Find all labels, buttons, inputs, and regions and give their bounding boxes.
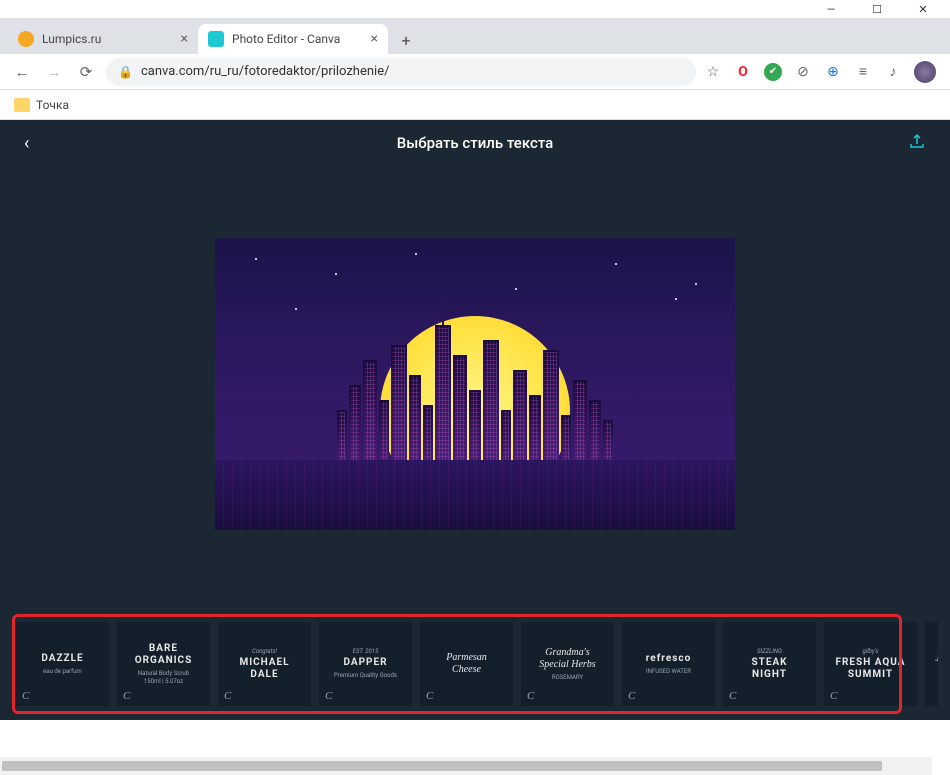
template-subtitle: Natural Body Scrub150ml | 5.07oz bbox=[138, 670, 189, 684]
canva-badge-icon: C bbox=[830, 690, 837, 702]
window-minimize[interactable]: — bbox=[808, 0, 854, 18]
text-style-template[interactable]: Congrats! MICHAELDALE C bbox=[218, 622, 311, 706]
canva-badge-icon: C bbox=[628, 690, 635, 702]
close-tab-icon[interactable]: × bbox=[371, 31, 378, 47]
page-title: Выбрать стиль текста bbox=[48, 134, 902, 152]
window-maximize[interactable]: ☐ bbox=[854, 0, 900, 18]
template-pretitle: gilby's bbox=[863, 648, 879, 655]
canva-editor: ‹ Выбрать стиль текста bbox=[0, 120, 950, 720]
check-icon[interactable]: ✔ bbox=[764, 63, 782, 81]
text-style-template[interactable]: gilby's FRESH AQUASUMMIT C bbox=[824, 622, 917, 706]
avatar[interactable] bbox=[914, 61, 936, 83]
tab-title: Lumpics.ru bbox=[42, 32, 173, 46]
canva-badge-icon: C bbox=[527, 690, 534, 702]
nav-forward-button[interactable]: → bbox=[42, 60, 66, 84]
template-pretitle: Congrats! bbox=[252, 648, 277, 655]
canva-badge-icon: C bbox=[325, 690, 332, 702]
canva-badge-icon: C bbox=[426, 690, 433, 702]
template-title: Ja bbox=[935, 653, 938, 665]
image-canvas[interactable] bbox=[215, 238, 735, 530]
bookmark-item[interactable]: Точка bbox=[36, 98, 69, 112]
share-icon bbox=[908, 132, 926, 150]
template-subtitle: Premium Quality Goods bbox=[334, 672, 397, 679]
favicon-icon bbox=[208, 31, 224, 47]
text-style-template[interactable]: DAZZLE eau de parfum C bbox=[16, 622, 109, 706]
text-style-template[interactable]: EST. 2015 DAPPER Premium Quality Goods C bbox=[319, 622, 412, 706]
tab-title: Photo Editor - Canva bbox=[232, 32, 363, 46]
template-title: FRESH AQUASUMMIT bbox=[836, 657, 906, 681]
template-title: refresco bbox=[646, 653, 692, 665]
star-icon[interactable]: ☆ bbox=[704, 63, 722, 81]
editor-header: ‹ Выбрать стиль текста bbox=[0, 120, 950, 166]
decorative-skyline bbox=[215, 320, 735, 470]
template-title: ParmesanCheese bbox=[446, 652, 487, 676]
window-titlebar: — ☐ ✕ bbox=[0, 0, 950, 18]
canva-badge-icon: C bbox=[22, 690, 29, 702]
template-pretitle: EST. 2015 bbox=[353, 648, 379, 655]
template-subtitle: INFUSED WATER bbox=[646, 668, 691, 675]
extension-icons: ☆ O ✔ ⊘ ⊕ ≡ ♪ bbox=[704, 61, 940, 83]
template-title: BAREORGANICS bbox=[135, 643, 193, 667]
text-style-template[interactable]: refresco INFUSED WATER C bbox=[622, 622, 715, 706]
template-title: MICHAELDALE bbox=[239, 657, 289, 681]
template-title: DAPPER bbox=[343, 657, 387, 669]
browser-tab-strip: Lumpics.ru × Photo Editor - Canva × + bbox=[0, 18, 950, 54]
template-title: STEAKNIGHT bbox=[751, 657, 787, 681]
url-text: canva.com/ru_ru/fotoredaktor/prilozhenie… bbox=[141, 64, 390, 79]
browser-tab-canva[interactable]: Photo Editor - Canva × bbox=[198, 24, 388, 54]
canva-badge-icon: C bbox=[729, 690, 736, 702]
favicon-icon bbox=[18, 31, 34, 47]
nav-reload-button[interactable]: ⟳ bbox=[74, 60, 98, 84]
browser-tab-lumpics[interactable]: Lumpics.ru × bbox=[8, 24, 198, 54]
address-bar[interactable]: 🔒 canva.com/ru_ru/fotoredaktor/prilozhen… bbox=[106, 58, 696, 86]
menu-icon[interactable]: ≡ bbox=[854, 63, 872, 81]
template-subtitle: ROSEMARY bbox=[552, 674, 583, 681]
block-icon[interactable]: ⊘ bbox=[794, 63, 812, 81]
canvas-area bbox=[0, 166, 950, 612]
globe-icon[interactable]: ⊕ bbox=[824, 63, 842, 81]
back-button[interactable]: ‹ bbox=[24, 133, 48, 154]
opera-icon[interactable]: O bbox=[734, 63, 752, 81]
template-title: DAZZLE bbox=[41, 653, 83, 665]
template-subtitle: eau de parfum bbox=[43, 668, 82, 675]
text-style-template[interactable]: ParmesanCheese C bbox=[420, 622, 513, 706]
template-pretitle: SIZZLING bbox=[757, 648, 782, 655]
bookmarks-bar: Точка bbox=[0, 90, 950, 120]
template-title: Grandma'sSpecial Herbs bbox=[539, 647, 595, 671]
text-style-template[interactable]: SIZZLING STEAKNIGHT C bbox=[723, 622, 816, 706]
browser-toolbar: ← → ⟳ 🔒 canva.com/ru_ru/fotoredaktor/pri… bbox=[0, 54, 950, 90]
share-button[interactable] bbox=[902, 132, 926, 154]
folder-icon bbox=[14, 98, 30, 112]
window-close[interactable]: ✕ bbox=[900, 0, 946, 18]
close-tab-icon[interactable]: × bbox=[181, 31, 188, 47]
decorative-water bbox=[215, 460, 735, 530]
new-tab-button[interactable]: + bbox=[392, 26, 420, 54]
text-style-strip: DAZZLE eau de parfum C BAREORGANICS Natural … bbox=[0, 612, 950, 720]
text-style-template[interactable]: Ja& bbox=[925, 622, 938, 706]
lock-icon: 🔒 bbox=[118, 65, 133, 79]
canva-badge-icon: C bbox=[123, 690, 130, 702]
scrollbar-thumb[interactable] bbox=[2, 761, 882, 771]
canva-badge-icon: C bbox=[224, 690, 231, 702]
horizontal-scrollbar[interactable] bbox=[0, 757, 932, 775]
list-icon[interactable]: ♪ bbox=[884, 63, 902, 81]
nav-back-button[interactable]: ← bbox=[10, 60, 34, 84]
text-style-template[interactable]: Grandma'sSpecial Herbs ROSEMARY C bbox=[521, 622, 614, 706]
text-style-template[interactable]: BAREORGANICS Natural Body Scrub150ml | 5.… bbox=[117, 622, 210, 706]
